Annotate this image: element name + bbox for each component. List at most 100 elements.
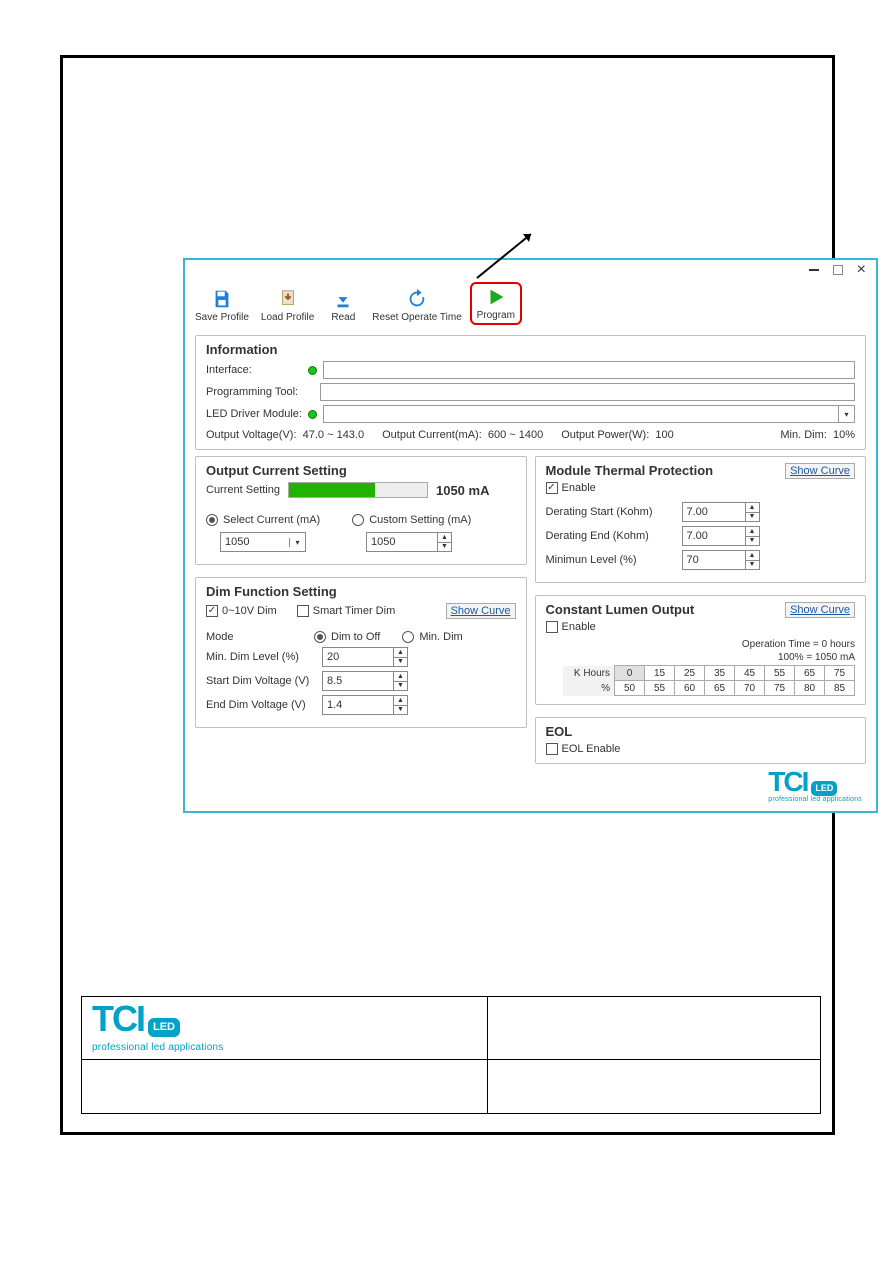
start-dim-voltage-spinner[interactable]: 8.5 ▲▼ (322, 671, 408, 691)
output-power-value: 100 (655, 429, 673, 441)
radio-unchecked-icon (352, 514, 364, 526)
table-cell[interactable]: 85 (825, 681, 855, 696)
smart-timer-dim-checkbox[interactable]: Smart Timer Dim (297, 605, 396, 617)
save-profile-label: Save Profile (195, 312, 249, 323)
output-current-setting-panel: Output Current Setting Current Setting 1… (195, 456, 527, 565)
eol-enable-label: EOL Enable (562, 743, 621, 755)
table-cell[interactable]: 55 (765, 666, 795, 681)
table-cell[interactable]: 75 (765, 681, 795, 696)
spinner-down-icon[interactable]: ▼ (394, 658, 407, 667)
led-driver-module-select[interactable] (323, 405, 839, 423)
spinner-up-icon[interactable]: ▲ (394, 696, 407, 706)
end-dim-voltage-value: 1.4 (323, 696, 393, 714)
table-cell[interactable]: 80 (795, 681, 825, 696)
table-cell[interactable]: 60 (675, 681, 705, 696)
table-cell[interactable]: 25 (675, 666, 705, 681)
footer-cell (82, 1060, 488, 1114)
program-button[interactable]: Program (470, 282, 522, 325)
output-current-label: Output Current(mA): (382, 429, 482, 441)
show-curve-button[interactable]: Show Curve (785, 602, 855, 618)
spinner-up-icon[interactable]: ▲ (746, 527, 759, 537)
custom-setting-radio[interactable]: Custom Setting (mA) (352, 514, 471, 526)
current-setting-value: 1050 mA (436, 483, 489, 498)
minimum-level-spinner[interactable]: 70 ▲▼ (682, 550, 760, 570)
save-profile-button[interactable]: Save Profile (191, 286, 253, 325)
current-setting-label: Current Setting (206, 484, 280, 496)
min-dim-level-value: 20 (323, 648, 393, 666)
play-icon (485, 286, 507, 308)
table-cell[interactable]: 65 (705, 681, 735, 696)
end-dim-voltage-spinner[interactable]: 1.4 ▲▼ (322, 695, 408, 715)
eol-enable-checkbox[interactable]: EOL Enable (546, 743, 856, 755)
table-cell[interactable]: 70 (735, 681, 765, 696)
radio-unchecked-icon (402, 631, 414, 643)
min-dim-label: Min. Dim: (780, 429, 826, 441)
mode-dim-to-off-radio[interactable]: Dim to Off (314, 631, 380, 643)
select-current-dropdown[interactable]: 1050 ▾ (220, 532, 306, 552)
table-cell[interactable]: 55 (645, 681, 675, 696)
table-cell[interactable]: 35 (705, 666, 735, 681)
minimize-icon[interactable] (809, 269, 819, 271)
spinner-down-icon[interactable]: ▼ (394, 682, 407, 691)
close-icon[interactable]: × (857, 262, 866, 278)
footer-cell (488, 1060, 821, 1114)
footer-cell (488, 997, 821, 1060)
application-window: × Save Profile Load Profile (183, 258, 878, 813)
k-hours-label: K Hours (563, 666, 615, 681)
custom-setting-spinner[interactable]: 1050 ▲▼ (366, 532, 452, 552)
load-profile-button[interactable]: Load Profile (257, 286, 318, 325)
dim-0-10v-checkbox[interactable]: 0~10V Dim (206, 605, 277, 617)
table-cell[interactable]: 65 (795, 666, 825, 681)
derating-start-label: Derating Start (Kohm) (546, 506, 676, 518)
programming-tool-input[interactable] (320, 383, 855, 401)
brand-tagline: professional led applications (92, 1042, 223, 1053)
annotation-arrow-icon (473, 228, 543, 283)
derating-start-value: 7.00 (683, 503, 745, 521)
custom-setting-value: 1050 (367, 533, 437, 551)
program-label: Program (477, 310, 515, 321)
information-panel: Information Interface: Programming Tool: (195, 335, 866, 450)
load-icon (277, 288, 299, 310)
document-page: manualshive.com × Save Profile (0, 0, 893, 1263)
dropdown-arrow-icon[interactable]: ▾ (839, 405, 855, 423)
table-cell[interactable]: 50 (615, 681, 645, 696)
derating-start-spinner[interactable]: 7.00 ▲▼ (682, 502, 760, 522)
minimum-level-value: 70 (683, 551, 745, 569)
clo-enable-checkbox[interactable]: Enable (546, 621, 695, 633)
spinner-down-icon[interactable]: ▼ (746, 513, 759, 522)
spinner-up-icon[interactable]: ▲ (438, 533, 451, 543)
spinner-down-icon[interactable]: ▼ (746, 561, 759, 570)
output-current-setting-title: Output Current Setting (206, 463, 516, 478)
derating-end-spinner[interactable]: 7.00 ▲▼ (682, 526, 760, 546)
mtp-enable-checkbox[interactable]: Enable (546, 482, 714, 494)
reset-operate-time-label: Reset Operate Time (372, 312, 461, 323)
maximize-icon[interactable] (833, 265, 843, 275)
spinner-up-icon[interactable]: ▲ (746, 503, 759, 513)
reset-operate-time-button[interactable]: Reset Operate Time (368, 286, 465, 325)
mode-min-dim-label: Min. Dim (419, 631, 462, 643)
show-curve-button[interactable]: Show Curve (446, 603, 516, 619)
select-current-radio[interactable]: Select Current (mA) (206, 514, 320, 526)
read-button[interactable]: Read (322, 286, 364, 325)
derating-end-label: Derating End (Kohm) (546, 530, 676, 542)
start-dim-voltage-value: 8.5 (323, 672, 393, 690)
table-cell[interactable]: 15 (645, 666, 675, 681)
read-label: Read (331, 312, 355, 323)
table-cell[interactable]: 75 (825, 666, 855, 681)
information-title: Information (206, 342, 855, 357)
interface-input[interactable] (323, 361, 855, 379)
spinner-down-icon[interactable]: ▼ (438, 543, 451, 552)
spinner-up-icon[interactable]: ▲ (394, 648, 407, 658)
status-led-icon (308, 366, 317, 375)
spinner-down-icon[interactable]: ▼ (746, 537, 759, 546)
spinner-down-icon[interactable]: ▼ (394, 706, 407, 715)
spinner-up-icon[interactable]: ▲ (394, 672, 407, 682)
min-dim-level-label: Min. Dim Level (%) (206, 651, 316, 663)
min-dim-level-spinner[interactable]: 20 ▲▼ (322, 647, 408, 667)
spinner-up-icon[interactable]: ▲ (746, 551, 759, 561)
mode-min-dim-radio[interactable]: Min. Dim (402, 631, 462, 643)
show-curve-button[interactable]: Show Curve (785, 463, 855, 479)
table-cell[interactable]: 45 (735, 666, 765, 681)
eol-panel: EOL EOL Enable (535, 717, 867, 764)
table-cell[interactable]: 0 (615, 666, 645, 681)
